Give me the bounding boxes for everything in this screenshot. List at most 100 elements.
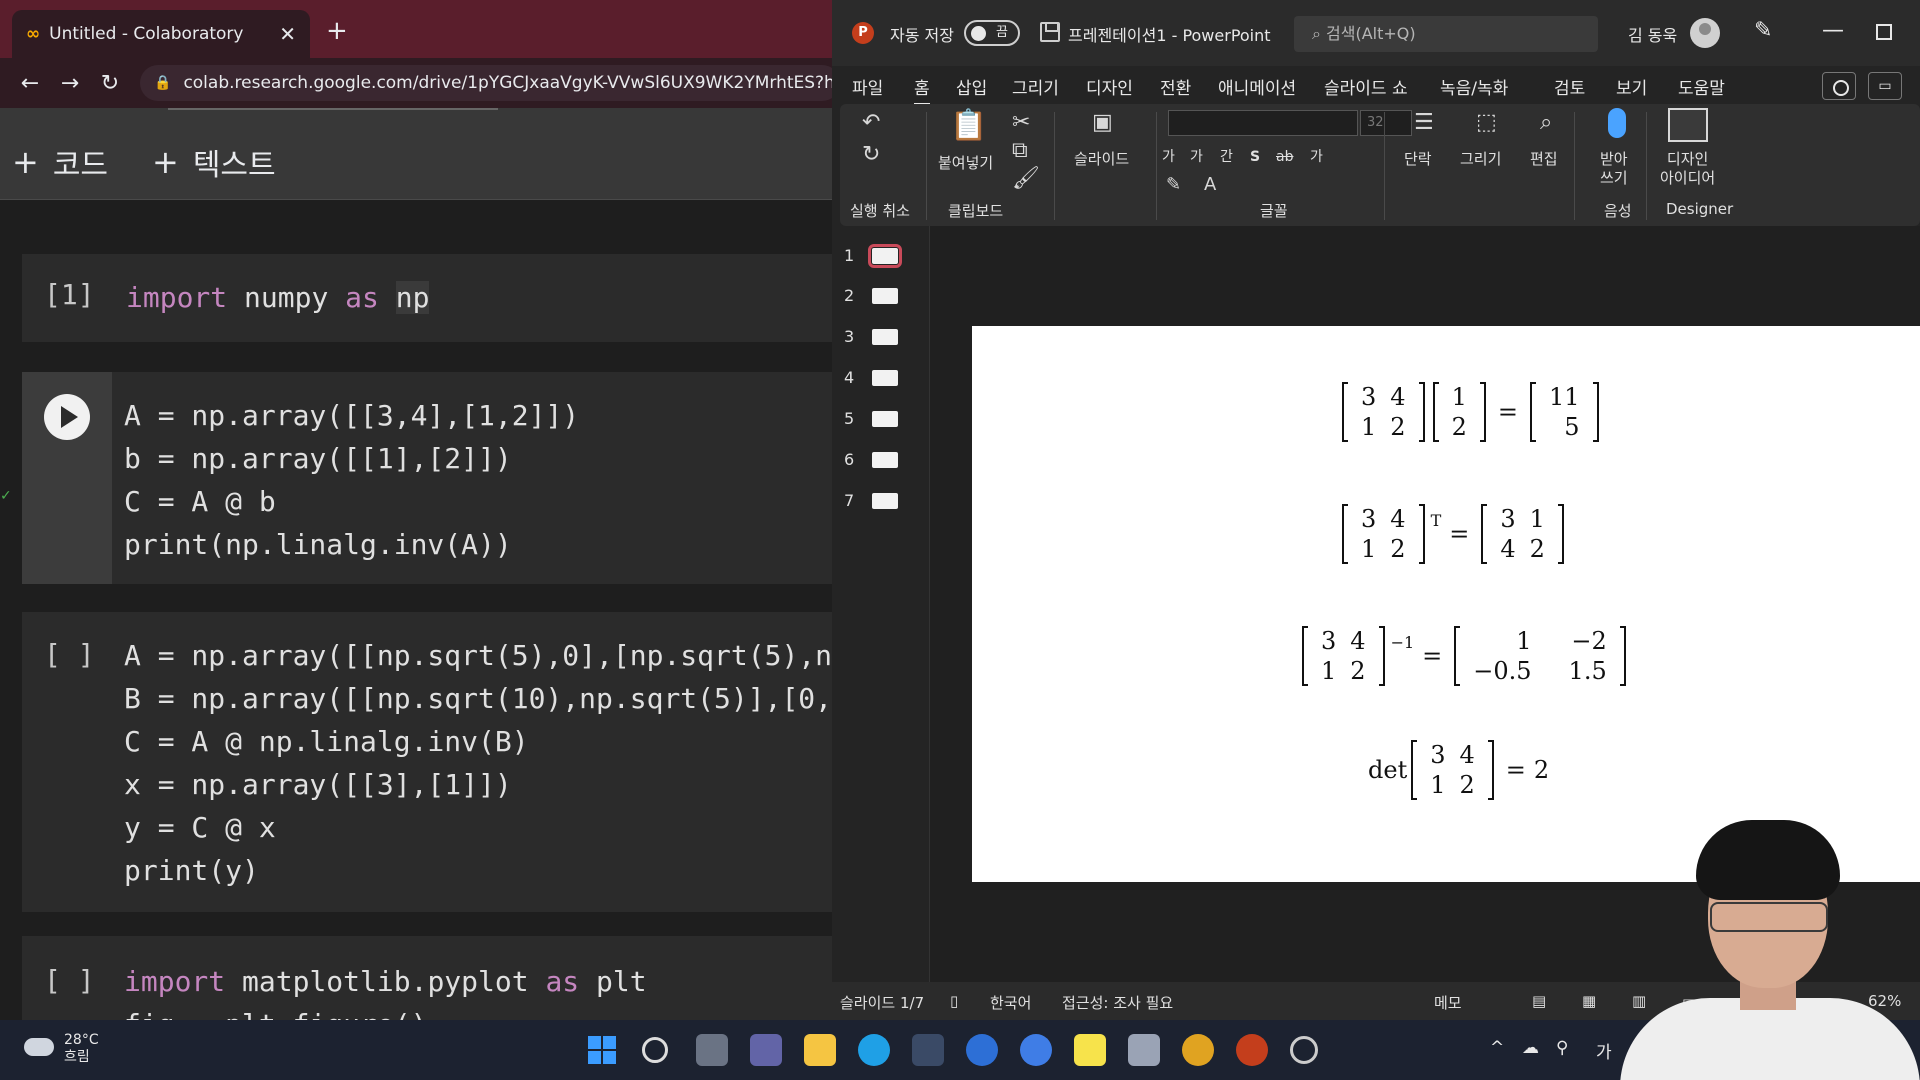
menu-design[interactable]: 디자인	[1086, 74, 1133, 99]
powerpoint-taskbar-icon[interactable]	[1236, 1034, 1268, 1066]
draw-icon[interactable]: ⬚	[1476, 110, 1497, 135]
chrome-icon[interactable]	[1182, 1034, 1214, 1066]
add-text-button[interactable]: + 텍스트	[152, 140, 276, 184]
font-size-select[interactable]: 32	[1360, 110, 1412, 136]
menu-transitions[interactable]: 전환	[1160, 74, 1191, 99]
app-icon[interactable]	[1020, 1034, 1052, 1066]
edge-icon[interactable]	[858, 1034, 890, 1066]
slide-thumb-1[interactable]: 1	[844, 244, 924, 272]
reload-button[interactable]: ↻	[90, 71, 130, 96]
highlight-icon[interactable]: ✎	[1166, 174, 1181, 195]
maximize-button[interactable]	[1876, 24, 1892, 40]
onedrive-icon[interactable]: ☁	[1522, 1038, 1539, 1058]
redo-icon[interactable]: ↻	[862, 142, 880, 167]
pen-icon[interactable]: ✎	[1754, 18, 1772, 43]
slide-thumb-4[interactable]: 4	[844, 368, 924, 394]
new-slide-button[interactable]: 슬라이드	[1074, 150, 1129, 169]
code-editor[interactable]: A = np.array([[np.sqrt(5),0],[np.sqrt(5)…	[124, 634, 832, 892]
snipping-tool-icon[interactable]	[1128, 1034, 1160, 1066]
menu-draw[interactable]: 그리기	[1012, 74, 1059, 99]
slide-thumb-2[interactable]: 2	[844, 286, 924, 312]
minimize-button[interactable]: —	[1822, 18, 1844, 43]
paragraph-icon[interactable]: ☰	[1414, 110, 1434, 135]
menu-file[interactable]: 파일	[852, 74, 883, 99]
edit-button[interactable]: 편집	[1530, 150, 1558, 169]
weather-widget[interactable]: 28°C 흐림	[24, 1032, 99, 1066]
notes-button[interactable]: 메모	[1434, 992, 1462, 1013]
back-button[interactable]: ←	[10, 71, 50, 96]
menu-home[interactable]: 홈	[914, 74, 930, 106]
record-button[interactable]	[1822, 72, 1856, 100]
search-input[interactable]: ⌕ 검색(Alt+Q)	[1294, 16, 1598, 52]
app-icon[interactable]	[966, 1034, 998, 1066]
file-explorer-icon[interactable]	[804, 1034, 836, 1066]
menu-view[interactable]: 보기	[1616, 74, 1647, 99]
app-icon[interactable]	[1290, 1036, 1318, 1064]
save-icon[interactable]	[1040, 22, 1060, 42]
spellcheck-icon[interactable]: ▯	[950, 992, 958, 1010]
paragraph-button[interactable]: 단락	[1404, 150, 1432, 169]
chevron-up-icon[interactable]: ^	[1490, 1038, 1504, 1058]
draw-button[interactable]: 그리기	[1460, 150, 1501, 169]
find-icon[interactable]: ⌕	[1540, 110, 1552, 135]
code-editor[interactable]: A = np.array([[3,4],[1,2]]) b = np.array(…	[124, 394, 579, 566]
network-icon[interactable]: ⚲	[1556, 1038, 1568, 1058]
copy-icon[interactable]: ⧉	[1012, 138, 1028, 163]
spacing-button[interactable]: 가	[1310, 148, 1323, 167]
new-slide-icon[interactable]: ▣	[1092, 110, 1113, 135]
kakaotalk-icon[interactable]	[1074, 1034, 1106, 1066]
slide-thumb-3[interactable]: 3	[844, 327, 924, 353]
language-indicator[interactable]: 한국어	[990, 992, 1031, 1013]
browser-tab[interactable]: ∞ Untitled - Colaboratory ✕	[12, 10, 310, 58]
designer-icon[interactable]	[1668, 108, 1708, 142]
code-cell-1[interactable]: [1] import numpy as np	[22, 254, 832, 342]
menu-record[interactable]: 녹음/녹화	[1440, 74, 1508, 99]
teams-icon[interactable]	[750, 1034, 782, 1066]
clear-format-button[interactable]: 간	[1220, 148, 1233, 167]
run-cell-button[interactable]	[44, 394, 90, 440]
code-cell-2[interactable]: A = np.array([[3,4],[1,2]]) b = np.array(…	[22, 372, 832, 584]
strikethrough-button[interactable]: ab	[1276, 148, 1293, 167]
autosave-toggle[interactable]: 끔	[964, 20, 1020, 46]
avatar[interactable]	[1690, 18, 1720, 48]
font-shrink-button[interactable]: 가	[1190, 148, 1203, 167]
accessibility-status[interactable]: 접근성: 조사 필요	[1062, 992, 1173, 1013]
font-name-select[interactable]	[1168, 110, 1358, 136]
menu-slideshow[interactable]: 슬라이드 쇼	[1324, 74, 1408, 99]
add-code-button[interactable]: + 코드	[12, 140, 108, 184]
new-tab-button[interactable]: +	[326, 16, 348, 46]
equation-matrix-product[interactable]: 3412 12 = 11 5	[1338, 382, 1603, 442]
font-color-icon[interactable]: A	[1204, 174, 1216, 195]
code-editor[interactable]: import matplotlib.pyplot as pltfig = plt…	[124, 960, 647, 1020]
microphone-icon[interactable]	[1608, 108, 1626, 138]
equation-inverse[interactable]: 3412 −1 = 1 −2 −0.5 1.5	[1298, 626, 1630, 686]
equation-transpose[interactable]: 3412 T = 3142	[1338, 504, 1568, 564]
forward-button[interactable]: →	[50, 71, 90, 96]
slide-canvas[interactable]: 3412 12 = 11 5 3412 T = 3142 3412 −1 = 1…	[972, 326, 1920, 882]
close-tab-icon[interactable]: ✕	[279, 22, 296, 46]
slide-sorter-icon[interactable]: ▦	[1582, 992, 1596, 1010]
dictate-button[interactable]: 받아 쓰기	[1600, 150, 1628, 188]
menu-help[interactable]: 도움말	[1678, 74, 1725, 99]
format-painter-icon[interactable]: 🖌	[1012, 166, 1040, 191]
slide-thumb-7[interactable]: 7	[844, 491, 924, 517]
font-grow-button[interactable]: 가	[1162, 148, 1175, 167]
equation-determinant[interactable]: det 3412 = 2	[1368, 740, 1549, 800]
code-editor[interactable]: import numpy as np	[126, 276, 430, 319]
url-field[interactable]: 🔒 colab.research.google.com/drive/1pYGCJ…	[140, 65, 832, 101]
designer-button[interactable]: 디자인 아이디어	[1660, 150, 1715, 188]
store-icon[interactable]	[912, 1034, 944, 1066]
comment-button[interactable]: ▭	[1868, 72, 1902, 100]
menu-review[interactable]: 검토	[1554, 74, 1585, 99]
slide-thumb-6[interactable]: 6	[844, 450, 924, 476]
menu-animations[interactable]: 애니메이션	[1218, 74, 1296, 99]
code-cell-3[interactable]: [ ] A = np.array([[np.sqrt(5),0],[np.sqr…	[22, 612, 832, 912]
menu-insert[interactable]: 삽입	[956, 74, 987, 99]
search-icon[interactable]	[642, 1037, 668, 1063]
normal-view-icon[interactable]: ▤	[1532, 992, 1546, 1010]
code-cell-4[interactable]: [ ] import matplotlib.pyplot as pltfig =…	[22, 936, 832, 1020]
start-button[interactable]	[588, 1036, 616, 1064]
task-view-icon[interactable]	[696, 1034, 728, 1066]
undo-icon[interactable]: ↶	[862, 110, 880, 135]
shadow-button[interactable]: S	[1250, 148, 1260, 167]
